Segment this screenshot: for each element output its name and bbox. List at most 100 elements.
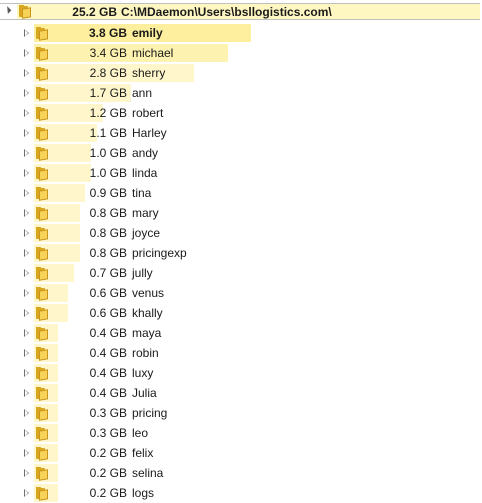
expand-arrow-icon[interactable]: [24, 129, 29, 137]
tree-row[interactable]: 3.8 GB emily: [0, 23, 482, 43]
expand-arrow-icon[interactable]: [24, 309, 29, 317]
expand-arrow-icon[interactable]: [24, 389, 29, 397]
expand-arrow-icon[interactable]: [24, 429, 29, 437]
folder-icon: [36, 327, 50, 341]
folder-icon: [36, 27, 50, 41]
expand-arrow-icon[interactable]: [24, 449, 29, 457]
tree-row[interactable]: 0.2 GB selina: [0, 463, 482, 483]
folder-icon: [36, 107, 50, 121]
folder-icon: [36, 367, 50, 381]
folder-size-tree: 25.2 GB C:\MDaemon\Users\bsllogistics.co…: [0, 0, 482, 503]
folder-size: 0.2 GB: [89, 446, 127, 460]
folder-icon: [36, 467, 50, 481]
expand-arrow-icon[interactable]: [24, 349, 29, 357]
folder-name: maya: [132, 326, 162, 340]
folder-icon: [36, 387, 50, 401]
folder-size: 3.8 GB: [88, 26, 127, 40]
tree-row[interactable]: 2.8 GB sherry: [0, 63, 482, 83]
tree-row[interactable]: 0.8 GB mary: [0, 203, 482, 223]
root-size: 25.2 GB: [72, 5, 117, 19]
tree-row[interactable]: 0.6 GB venus: [0, 283, 482, 303]
tree-row[interactable]: 0.4 GB maya: [0, 323, 482, 343]
folder-icon: [36, 267, 50, 281]
expand-arrow-icon[interactable]: [24, 249, 29, 257]
folder-icon: [36, 207, 50, 221]
tree-row[interactable]: 1.0 GB linda: [0, 163, 482, 183]
expand-arrow-icon[interactable]: [24, 89, 29, 97]
expand-arrow-icon[interactable]: [24, 369, 29, 377]
folder-size: 0.4 GB: [89, 386, 127, 400]
tree-row[interactable]: 1.7 GB ann: [0, 83, 482, 103]
tree-row[interactable]: 0.2 GB felix: [0, 443, 482, 463]
folder-size: 0.2 GB: [89, 486, 127, 500]
folder-name: Julia: [132, 386, 157, 400]
tree-row[interactable]: 0.2 GB logs: [0, 483, 482, 503]
tree-row[interactable]: 0.4 GB luxy: [0, 363, 482, 383]
folder-name: luxy: [132, 366, 154, 380]
tree-row[interactable]: 0.9 GB tina: [0, 183, 482, 203]
tree-row[interactable]: 0.7 GB jully: [0, 263, 482, 283]
folder-size: 0.8 GB: [89, 246, 127, 260]
folder-icon: [36, 147, 50, 161]
folder-size: 2.8 GB: [89, 66, 127, 80]
folder-icon: [19, 5, 33, 19]
folder-name: ann: [132, 86, 153, 100]
expand-arrow-icon[interactable]: [24, 229, 29, 237]
folder-size: 0.4 GB: [89, 346, 127, 360]
expand-arrow-icon[interactable]: [24, 209, 29, 217]
folder-size: 1.7 GB: [89, 86, 127, 100]
tree-row[interactable]: 0.3 GB leo: [0, 423, 482, 443]
folder-name: pricingexp: [132, 246, 187, 260]
folder-icon: [36, 287, 50, 301]
folder-name: tina: [132, 186, 152, 200]
folder-name: leo: [132, 426, 149, 440]
tree-row[interactable]: 1.1 GB Harley: [0, 123, 482, 143]
tree-row[interactable]: 1.0 GB andy: [0, 143, 482, 163]
expand-arrow-icon[interactable]: [24, 29, 29, 37]
expand-arrow-icon[interactable]: [24, 109, 29, 117]
folder-icon: [36, 447, 50, 461]
folder-icon: [36, 187, 50, 201]
folder-icon: [36, 427, 50, 441]
folder-icon: [36, 227, 50, 241]
folder-name: robert: [132, 106, 164, 120]
expand-arrow-icon[interactable]: [24, 49, 29, 57]
tree-row[interactable]: 0.6 GB khally: [0, 303, 482, 323]
folder-size: 0.2 GB: [89, 466, 127, 480]
folder-icon: [36, 67, 50, 81]
folder-icon: [36, 127, 50, 141]
tree-row[interactable]: 1.2 GB robert: [0, 103, 482, 123]
folder-icon: [36, 347, 50, 361]
expand-arrow-icon[interactable]: [24, 469, 29, 477]
folder-size: 0.7 GB: [89, 266, 127, 280]
expand-arrow-icon[interactable]: [24, 329, 29, 337]
folder-name: Harley: [132, 126, 167, 140]
folder-name: joyce: [132, 226, 161, 240]
folder-name: michael: [132, 46, 174, 60]
tree-row[interactable]: 0.3 GB pricing: [0, 403, 482, 423]
folder-name: sherry: [132, 66, 166, 80]
folder-name: linda: [132, 166, 158, 180]
expand-arrow-icon[interactable]: [24, 289, 29, 297]
folder-size: 0.4 GB: [89, 326, 127, 340]
tree-row[interactable]: 0.4 GB Julia: [0, 383, 482, 403]
tree-row[interactable]: 0.8 GB pricingexp: [0, 243, 482, 263]
folder-name: selina: [132, 466, 164, 480]
expand-arrow-icon[interactable]: [24, 69, 29, 77]
expand-arrow-icon[interactable]: [24, 169, 29, 177]
tree-root-row[interactable]: 25.2 GB C:\MDaemon\Users\bsllogistics.co…: [0, 3, 480, 20]
expand-arrow-icon[interactable]: [24, 189, 29, 197]
root-path: C:\MDaemon\Users\bsllogistics.com\: [121, 5, 332, 19]
folder-size: 0.9 GB: [89, 186, 127, 200]
tree-row[interactable]: 3.4 GB michael: [0, 43, 482, 63]
folder-name: felix: [132, 446, 154, 460]
tree-row[interactable]: 0.4 GB robin: [0, 343, 482, 363]
folder-name: pricing: [132, 406, 168, 420]
expand-arrow-icon[interactable]: [24, 489, 29, 497]
expand-arrow-icon[interactable]: [24, 149, 29, 157]
expand-arrow-icon[interactable]: [24, 269, 29, 277]
tree-row[interactable]: 0.8 GB joyce: [0, 223, 482, 243]
expand-arrow-icon[interactable]: [24, 409, 29, 417]
folder-icon: [36, 87, 50, 101]
collapse-arrow-icon[interactable]: [3, 6, 12, 14]
